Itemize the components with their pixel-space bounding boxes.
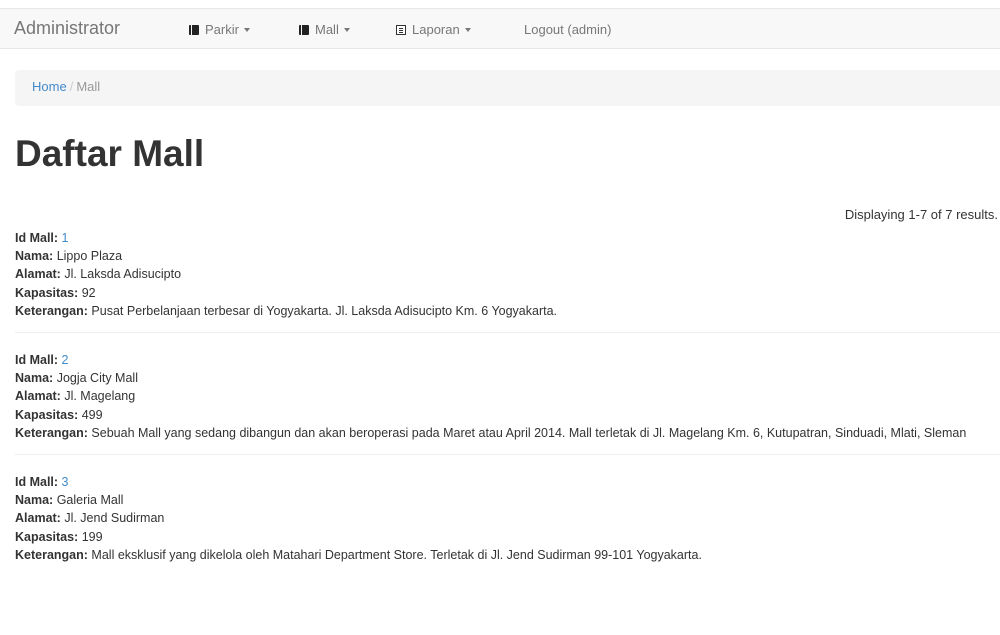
mall-keterangan-value: Mall eksklusif yang dikelola oleh Mataha…	[91, 547, 702, 562]
mall-keterangan-row: Keterangan: Mall eksklusif yang dikelola…	[15, 546, 1000, 564]
list-item: Id Mall: 1 Nama: Lippo Plaza Alamat: Jl.…	[15, 229, 1000, 332]
list-icon	[396, 25, 406, 35]
mall-list: Id Mall: 1 Nama: Lippo Plaza Alamat: Jl.…	[15, 229, 1000, 576]
nav-laporan-label: Laporan	[412, 22, 460, 37]
kapasitas-label: Kapasitas:	[15, 407, 79, 422]
caret-down-icon	[343, 28, 350, 32]
mall-alamat-row: Alamat: Jl. Jend Sudirman	[15, 509, 1000, 527]
keterangan-label: Keterangan:	[15, 303, 88, 318]
mall-keterangan-row: Keterangan: Sebuah Mall yang sedang diba…	[15, 424, 1000, 442]
mall-keterangan-value: Pusat Perbelanjaan terbesar di Yogyakart…	[91, 303, 557, 318]
caret-down-icon	[464, 28, 471, 32]
navbar: Administrator Parkir Mall Laporan Logout…	[0, 8, 1000, 49]
alamat-label: Alamat:	[15, 511, 61, 526]
mall-kapasitas-value: 499	[81, 407, 103, 422]
mall-nama-row: Nama: Galeria Mall	[15, 491, 1000, 509]
breadcrumb-current: Mall	[76, 79, 101, 94]
mall-nama-value: Jogja City Mall	[56, 371, 138, 386]
mall-id-row: Id Mall: 3	[15, 473, 1000, 491]
list-item: Id Mall: 2 Nama: Jogja City Mall Alamat:…	[15, 332, 1000, 454]
nama-label: Nama:	[15, 493, 54, 508]
mall-id-row: Id Mall: 2	[15, 351, 1000, 369]
nav-logout-link[interactable]: Logout (admin)	[524, 22, 611, 37]
nav-parkir-label: Parkir	[205, 22, 239, 37]
brand-link[interactable]: Administrator	[14, 18, 120, 39]
keterangan-label: Keterangan:	[15, 425, 88, 440]
page-title: Daftar Mall	[15, 133, 205, 174]
mall-id-row: Id Mall: 1	[15, 229, 1000, 247]
nav-mall-dropdown[interactable]: Mall	[299, 22, 350, 37]
mall-nama-value: Galeria Mall	[56, 493, 124, 508]
mall-alamat-value: Jl. Jend Sudirman	[64, 511, 165, 526]
mall-alamat-row: Alamat: Jl. Laksda Adisucipto	[15, 265, 1000, 283]
mall-kapasitas-row: Kapasitas: 92	[15, 284, 1000, 302]
nama-label: Nama:	[15, 249, 54, 264]
mall-alamat-value: Jl. Laksda Adisucipto	[64, 267, 182, 282]
results-summary: Displaying 1-7 of 7 results.	[844, 207, 998, 222]
breadcrumb-home-link[interactable]: Home	[32, 79, 67, 94]
mall-alamat-value: Jl. Magelang	[64, 389, 136, 404]
nav-parkir-dropdown[interactable]: Parkir	[189, 22, 250, 37]
mall-keterangan-row: Keterangan: Pusat Perbelanjaan terbesar …	[15, 302, 1000, 320]
alamat-label: Alamat:	[15, 267, 61, 282]
id-label: Id Mall:	[15, 231, 59, 245]
mall-nama-row: Nama: Jogja City Mall	[15, 369, 1000, 387]
mall-id-link[interactable]: 2	[62, 353, 69, 367]
mall-id-link[interactable]: 3	[62, 475, 69, 489]
book-icon	[299, 25, 309, 35]
kapasitas-label: Kapasitas:	[15, 529, 79, 544]
id-label: Id Mall:	[15, 353, 59, 368]
book-icon	[189, 25, 199, 35]
alamat-label: Alamat:	[15, 389, 61, 404]
nav-laporan-dropdown[interactable]: Laporan	[396, 22, 471, 37]
breadcrumb: Home / Mall	[15, 70, 1000, 106]
mall-nama-value: Lippo Plaza	[56, 249, 123, 264]
kapasitas-label: Kapasitas:	[15, 285, 79, 300]
mall-kapasitas-row: Kapasitas: 499	[15, 406, 1000, 424]
id-label: Id Mall:	[15, 475, 59, 490]
breadcrumb-separator: /	[69, 79, 74, 94]
mall-kapasitas-value: 199	[81, 529, 103, 544]
mall-nama-row: Nama: Lippo Plaza	[15, 247, 1000, 265]
keterangan-label: Keterangan:	[15, 547, 88, 562]
mall-id-link[interactable]: 1	[62, 231, 69, 245]
mall-kapasitas-value: 92	[81, 285, 96, 300]
mall-alamat-row: Alamat: Jl. Magelang	[15, 387, 1000, 405]
caret-down-icon	[243, 28, 250, 32]
list-item: Id Mall: 3 Nama: Galeria Mall Alamat: Jl…	[15, 454, 1000, 576]
nama-label: Nama:	[15, 371, 54, 386]
nav-mall-label: Mall	[315, 22, 339, 37]
mall-keterangan-value: Sebuah Mall yang sedang dibangun dan aka…	[91, 425, 967, 440]
mall-kapasitas-row: Kapasitas: 199	[15, 528, 1000, 546]
